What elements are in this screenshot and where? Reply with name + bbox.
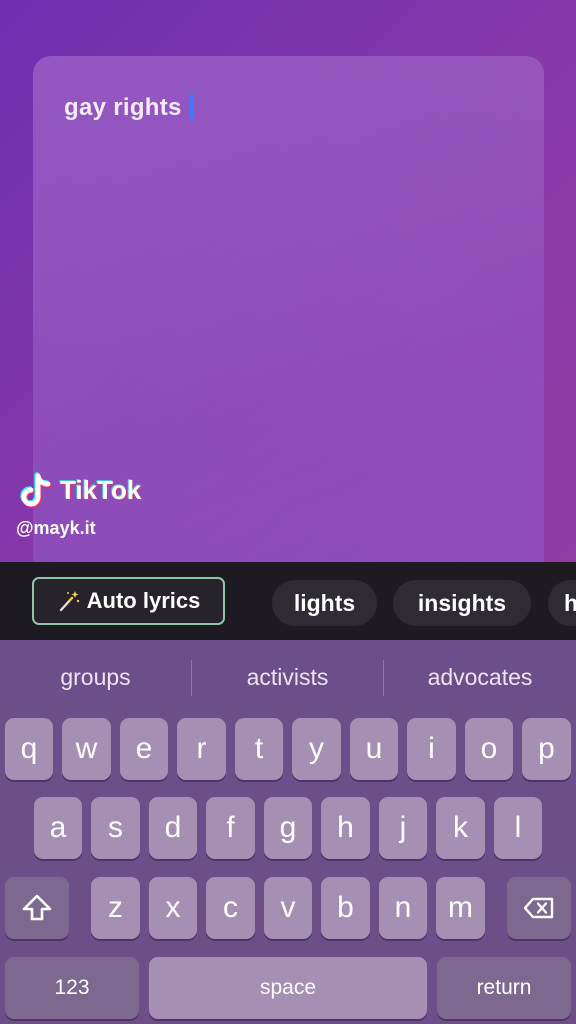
lyrics-text-field[interactable]: gay rights — [64, 94, 193, 122]
tiktok-brand-text: TikTok — [60, 474, 142, 505]
key-m[interactable]: m — [436, 877, 485, 939]
key-j[interactable]: j — [379, 797, 427, 859]
return-key[interactable]: return — [437, 957, 571, 1019]
shift-key[interactable] — [5, 877, 69, 939]
key-p[interactable]: p — [522, 718, 571, 780]
key-d[interactable]: d — [149, 797, 197, 859]
magic-wand-icon — [59, 591, 79, 612]
key-v[interactable]: v — [264, 877, 312, 939]
tiktok-watermark: TikTok @mayk.it — [16, 470, 141, 539]
shift-arrow-icon — [22, 894, 52, 921]
screen: gay rights TikTok @mayk.it Auto lyrics l… — [0, 0, 576, 1024]
numbers-key[interactable]: 123 — [5, 957, 139, 1019]
key-t[interactable]: t — [235, 718, 283, 780]
key-q[interactable]: q — [5, 718, 53, 780]
lyrics-text: gay rights — [64, 94, 182, 121]
key-r[interactable]: r — [177, 718, 226, 780]
key-c[interactable]: c — [206, 877, 255, 939]
key-b[interactable]: b — [321, 877, 370, 939]
key-g[interactable]: g — [264, 797, 312, 859]
key-a[interactable]: a — [34, 797, 82, 859]
key-s[interactable]: s — [91, 797, 140, 859]
key-n[interactable]: n — [379, 877, 427, 939]
key-e[interactable]: e — [120, 718, 168, 780]
creator-handle: @mayk.it — [16, 518, 96, 538]
backspace-icon — [523, 897, 554, 919]
rhyme-chip-lights[interactable]: lights — [272, 580, 377, 626]
key-w[interactable]: w — [62, 718, 111, 780]
key-y[interactable]: y — [292, 718, 341, 780]
onscreen-keyboard: groups activists advocates q w e r t y u… — [0, 640, 576, 1024]
key-l[interactable]: l — [494, 797, 542, 859]
key-i[interactable]: i — [407, 718, 456, 780]
key-z[interactable]: z — [91, 877, 140, 939]
delete-key[interactable] — [507, 877, 571, 939]
key-f[interactable]: f — [206, 797, 255, 859]
prediction-activists[interactable]: activists — [192, 640, 383, 714]
predictive-text-bar: groups activists advocates — [0, 640, 576, 714]
key-u[interactable]: u — [350, 718, 398, 780]
prediction-groups[interactable]: groups — [0, 640, 191, 714]
key-x[interactable]: x — [149, 877, 197, 939]
key-h[interactable]: h — [321, 797, 370, 859]
rhyme-chip-partial[interactable]: h — [548, 580, 576, 626]
auto-lyrics-button[interactable]: Auto lyrics — [32, 577, 225, 625]
prediction-advocates[interactable]: advocates — [384, 640, 576, 714]
tiktok-logo-icon — [20, 472, 52, 508]
auto-lyrics-label: Auto lyrics — [86, 588, 201, 613]
space-key[interactable]: space — [149, 957, 427, 1019]
rhyme-chip-insights[interactable]: insights — [393, 580, 531, 626]
key-k[interactable]: k — [436, 797, 485, 859]
key-o[interactable]: o — [465, 718, 513, 780]
text-caret — [189, 94, 193, 120]
lyric-suggestion-bar: Auto lyrics lights insights h — [0, 562, 576, 640]
